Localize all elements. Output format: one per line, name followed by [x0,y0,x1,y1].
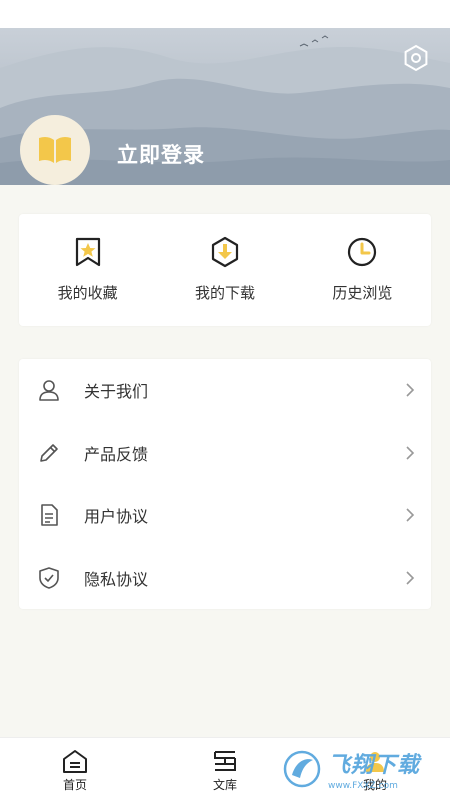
favorites-button[interactable]: 我的收藏 [19,214,156,326]
tab-home-label: 首页 [62,778,87,792]
menu-item-feedback[interactable]: 产品反馈 [19,422,431,485]
tab-home[interactable]: 首页 [0,738,150,801]
user-icon [39,380,59,402]
menu-item-about[interactable]: 关于我们 [19,359,431,422]
downloads-button[interactable]: 我的下载 [156,214,293,326]
download-icon [211,236,239,268]
avatar[interactable] [20,115,90,185]
tab-library-label: 文库 [212,778,237,792]
chevron-right-icon [406,508,415,522]
menu-item-user-agreement[interactable]: 用户协议 [19,484,431,547]
document-icon [41,504,58,527]
history-button[interactable]: 历史浏览 [294,214,431,326]
watermark-url: www.FXXZ.com [328,781,398,791]
login-link[interactable]: 立即登录 [117,139,205,169]
quick-actions-card: 我的收藏 我的下载 历史浏览 [19,214,431,326]
status-bar [0,0,450,28]
favorites-label: 我的收藏 [57,284,118,302]
book-icon [39,136,71,163]
menu-item-label: 用户协议 [84,507,149,527]
menu-item-label: 关于我们 [84,382,149,402]
clock-icon [348,237,377,267]
home-icon [63,750,87,773]
library-icon [214,751,236,771]
settings-hex-icon[interactable] [402,44,430,72]
history-label: 历史浏览 [332,284,393,302]
chevron-right-icon [406,383,415,397]
menu-item-label: 隐私协议 [84,569,149,589]
watermark: 飞翔下载 www.FXXZ.com [282,740,442,798]
chevron-right-icon [406,446,415,460]
tab-library[interactable]: 文库 [150,738,300,801]
watermark-logo [283,750,321,788]
shield-check-icon [39,566,59,589]
watermark-text: 飞翔下载 [328,753,421,778]
chevron-right-icon [406,571,415,585]
menu-item-privacy[interactable]: 隐私协议 [19,547,431,610]
pencil-icon [40,443,58,462]
profile-header: 立即登录 [0,28,450,185]
menu-item-label: 产品反馈 [84,444,149,464]
downloads-label: 我的下载 [194,284,255,302]
bookmark-star-icon [75,237,100,267]
settings-menu: 关于我们 产品反馈 用户协议 隐私协议 [19,359,431,609]
